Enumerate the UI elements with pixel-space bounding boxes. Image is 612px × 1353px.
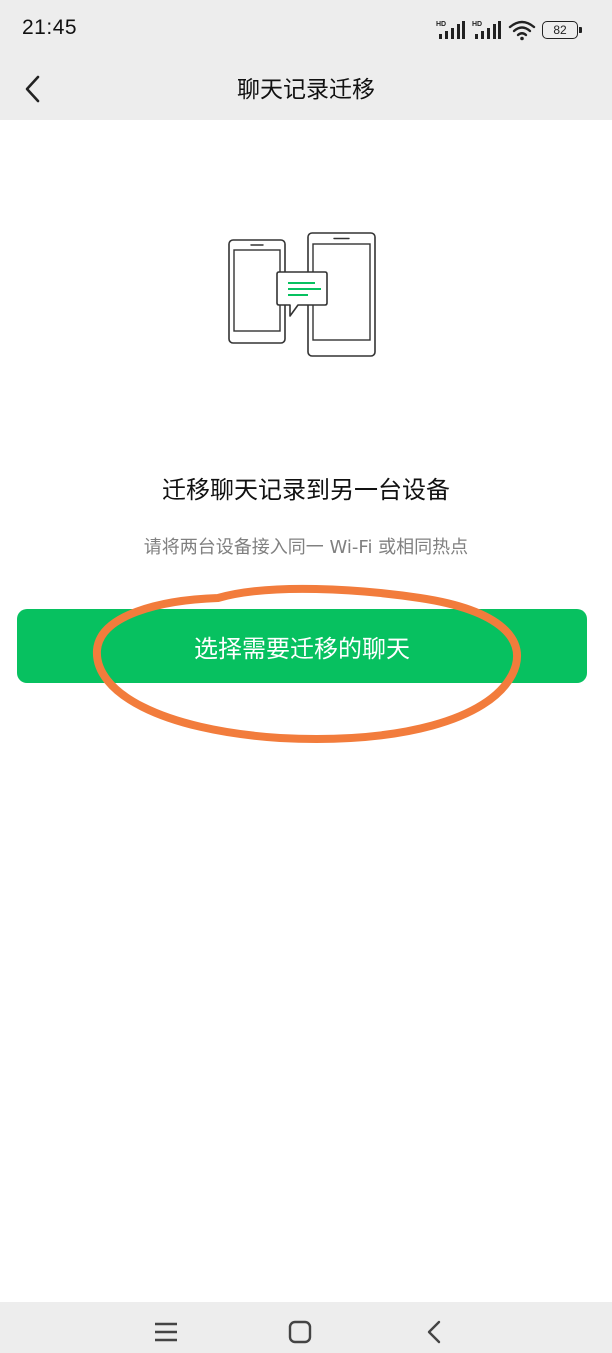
menu-button[interactable] <box>146 1312 186 1352</box>
back-icon <box>427 1320 441 1344</box>
system-back-button[interactable] <box>414 1312 454 1352</box>
page-title: 聊天记录迁移 <box>237 77 375 103</box>
wifi-icon <box>508 20 536 41</box>
signal-hd-icon: HD <box>436 21 465 39</box>
headline: 迁移聊天记录到另一台设备 <box>162 476 450 504</box>
menu-icon <box>155 1322 177 1342</box>
signal-hd-icon: HD <box>472 21 501 39</box>
network-badge: HD <box>436 21 446 28</box>
status-bar: 21:45 HD HD 82 <box>0 0 612 58</box>
nav-bar: 聊天记录迁移 <box>0 58 612 120</box>
network-badge: HD <box>472 21 482 28</box>
home-icon <box>288 1320 312 1344</box>
home-button[interactable] <box>280 1312 320 1352</box>
status-icons: HD HD 82 <box>436 17 582 43</box>
system-nav-bar <box>0 1302 612 1353</box>
screen: 21:45 HD HD 82 聊天记录迁移 迁移聊天记录到另一台设备 请将两台设… <box>0 0 612 1353</box>
status-time: 21:45 <box>22 16 78 39</box>
phones-transfer-illustration <box>228 232 376 357</box>
battery-level: 82 <box>553 23 567 37</box>
battery-icon: 82 <box>542 21 582 39</box>
subtext: 请将两台设备接入同一 Wi-Fi 或相同热点 <box>143 537 469 558</box>
select-chats-button[interactable]: 选择需要迁移的聊天 <box>17 609 587 683</box>
